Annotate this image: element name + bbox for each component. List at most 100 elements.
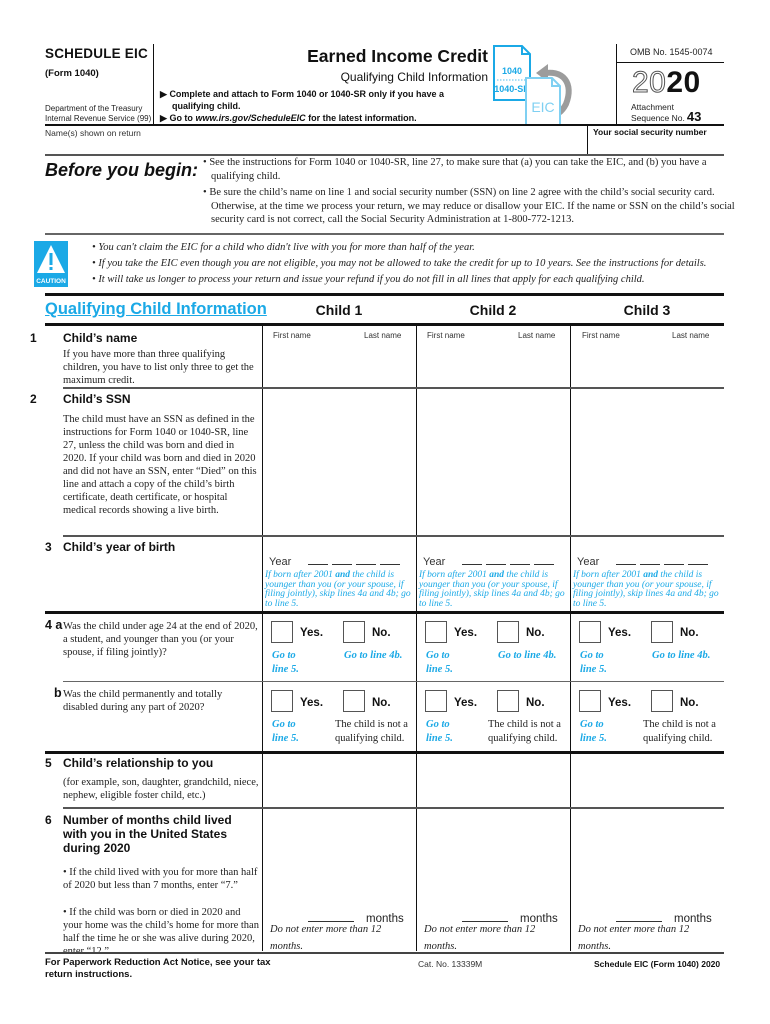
year-label: Year (423, 556, 446, 568)
child-1-year-field[interactable]: Year (269, 552, 400, 570)
child-1-name-field[interactable] (264, 342, 414, 386)
child-1-4b-yes-note: Go to line 5. (272, 719, 299, 744)
schedule-title: SCHEDULE EIC (45, 46, 148, 61)
before-you-begin-item: • See the instructions for Form 1040 or … (203, 157, 707, 182)
arrow-right-icon: ▶ (160, 113, 167, 123)
child-1-4a-no-label: No. (372, 627, 391, 639)
header-divider-left (153, 44, 154, 124)
year-label: Year (269, 556, 292, 568)
child-2-4a-no-label: No. (526, 627, 545, 639)
before-you-begin-item: • Be sure the child’s name on line 1 and… (203, 187, 735, 225)
section-rule (45, 323, 724, 326)
child-3-4b-no-label: No. (680, 697, 699, 709)
caution-icon: CAUTION (34, 241, 68, 287)
sequence-number: 43 (686, 109, 702, 124)
child-1-ssn-field[interactable] (264, 390, 414, 530)
instruction-1: Complete and attach to Form 1040 or 1040… (169, 89, 445, 99)
child-2-4a-yes-note: Go to line 5. (426, 650, 453, 675)
child-3-last-name-label: Last name (672, 331, 710, 340)
ssn-field[interactable] (592, 138, 722, 152)
child-3-months-note: Do not enter more than 12 months. (578, 924, 690, 952)
child-1-4b-no-checkbox[interactable] (343, 690, 365, 712)
sequence-label: Sequence No. (631, 113, 685, 123)
child-2-4b-yes-label: Yes. (454, 697, 478, 709)
svg-text:1040: 1040 (502, 66, 522, 76)
line-1-desc: If you have more than three qualifying c… (63, 349, 254, 386)
footer-form-id: Schedule EIC (Form 1040) 2020 (594, 959, 721, 969)
line-6-title: Number of months child lived with you in… (63, 813, 232, 855)
line-3-title: Child’s year of birth (63, 540, 176, 554)
form-bottom-rule (45, 952, 724, 954)
names-label: Name(s) shown on return (45, 128, 141, 138)
child-1-4b-yes-label: Yes. (300, 697, 324, 709)
child-3-4a-no-checkbox[interactable] (651, 621, 673, 643)
child-2-4b-yes-checkbox[interactable] (425, 690, 447, 712)
instruction-2-suffix: for the latest information. (308, 113, 417, 123)
paperwork-notice: For Paperwork Reduction Act Notice, see … (45, 957, 271, 980)
warning-triangle-icon: CAUTION (36, 245, 66, 285)
child-3-4a-yes-label: Yes. (608, 627, 632, 639)
before-you-begin-rule (45, 233, 724, 235)
child-3-4b-yes-checkbox[interactable] (579, 690, 601, 712)
child-3-relationship-field[interactable] (572, 755, 722, 805)
child-2-4b-no-label: No. (526, 697, 545, 709)
child-1-4a-yes-checkbox[interactable] (271, 621, 293, 643)
line-1-number: 1 (30, 331, 37, 345)
tax-year: 2020 (631, 66, 701, 100)
child-1-4a-no-checkbox[interactable] (343, 621, 365, 643)
form-number: (Form 1040) (45, 68, 99, 79)
child-2-last-name-label: Last name (518, 331, 556, 340)
child-2-relationship-field[interactable] (418, 755, 568, 805)
line-3-number: 3 (45, 540, 52, 554)
child-3-4b-no-checkbox[interactable] (651, 690, 673, 712)
svg-text:1040-SR: 1040-SR (494, 84, 530, 94)
child-1-relationship-field[interactable] (264, 755, 414, 805)
caution-list: • You can't claim the EIC for a child wh… (92, 240, 742, 288)
catalog-number: Cat. No. 13339M (418, 959, 483, 969)
caution-item: • If you take the EIC even though you ar… (92, 258, 707, 269)
caution-item: • It will take us longer to process your… (92, 274, 645, 285)
form-title: Earned Income Credit (307, 46, 488, 66)
child-2-year-field[interactable]: Year (423, 552, 554, 570)
child-3-4a-yes-note: Go to line 5. (580, 650, 607, 675)
child-3-ssn-field[interactable] (572, 390, 722, 530)
irs-url-link[interactable]: www.irs.gov/ScheduleEIC (195, 113, 305, 123)
before-you-begin-list: • See the instructions for Form 1040 or … (202, 156, 737, 230)
child-1-year-note: If born after 2001 and the child is youn… (265, 570, 411, 609)
column-divider-3 (570, 325, 571, 951)
line-6-bullet-2: • If the child was born or died in 2020 … (63, 907, 259, 957)
line-4b-question: Was the child permanently and totally di… (63, 689, 223, 713)
child-2-4b-no-checkbox[interactable] (497, 690, 519, 712)
child-1-first-name-label: First name (273, 331, 311, 340)
column-divider-2 (416, 325, 417, 951)
svg-text:EIC: EIC (531, 99, 554, 115)
child-3-4a-no-note: Go to line 4b. (652, 650, 711, 661)
tax-year-outline: 20 (631, 66, 667, 100)
child-2-name-field[interactable] (418, 342, 568, 386)
child-2-ssn-field[interactable] (418, 390, 568, 530)
line-4a-rule (63, 681, 724, 682)
child-1-4b-yes-checkbox[interactable] (271, 690, 293, 712)
child-3-name-field[interactable] (572, 342, 722, 386)
child-2-4a-yes-checkbox[interactable] (425, 621, 447, 643)
line-6-bullet-1: • If the child lived with you for more t… (63, 867, 258, 891)
arrow-right-icon: ▶ (160, 89, 167, 99)
child-2-4b-no-note: The child is not a qualifying child. (488, 719, 561, 744)
line-4b-rule (45, 751, 724, 754)
ssn-label: Your social security number (593, 127, 707, 137)
child-1-4b-no-note: The child is not a qualifying child. (335, 719, 408, 744)
line-5-rule (63, 807, 724, 809)
names-field[interactable] (45, 138, 585, 152)
caution-rule (45, 293, 724, 296)
qualifying-child-info-title: Qualifying Child Information (45, 300, 267, 318)
line-4a-number: 4 a (45, 618, 63, 632)
child-2-year-note: If born after 2001 and the child is youn… (419, 570, 565, 609)
child-3-4a-yes-checkbox[interactable] (579, 621, 601, 643)
child-2-4a-yes-label: Yes. (454, 627, 478, 639)
child-1-last-name-label: Last name (364, 331, 402, 340)
caution-item: • You can't claim the EIC for a child wh… (92, 242, 475, 253)
child-3-year-field[interactable]: Year (577, 552, 708, 570)
omb-number: OMB No. 1545-0074 (630, 47, 713, 57)
header-divider-right (616, 44, 617, 124)
child-2-4a-no-checkbox[interactable] (497, 621, 519, 643)
